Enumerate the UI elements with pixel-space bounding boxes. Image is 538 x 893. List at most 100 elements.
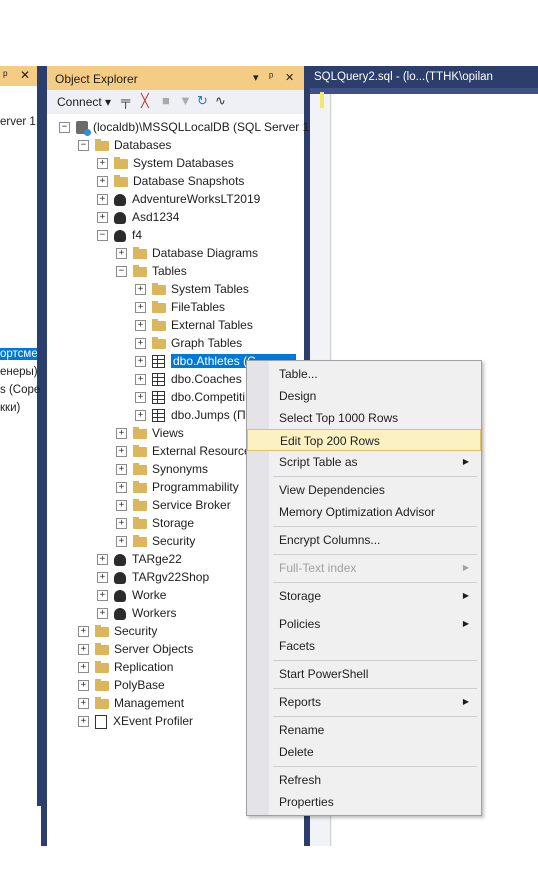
dropdown-arrow-icon[interactable]: ▾ (253, 71, 259, 84)
expand-icon[interactable]: + (97, 572, 108, 584)
pin-icon[interactable]: ᵖ (3, 68, 8, 82)
expand-icon[interactable]: + (116, 464, 127, 476)
tree-node-workers[interactable]: + Workers (97, 604, 176, 622)
menu-item-rename[interactable]: Rename (247, 719, 481, 741)
expand-icon[interactable]: + (97, 212, 108, 224)
stop-icon[interactable]: ■ (162, 93, 170, 108)
menu-item-start-powershell[interactable]: Start PowerShell (247, 663, 481, 685)
expand-icon[interactable]: + (116, 428, 127, 440)
menu-item-policies[interactable]: Policies ▶ (247, 613, 481, 635)
menu-item-script-table-as[interactable]: Script Table as ▶ (247, 451, 481, 473)
tree-node-databases[interactable]: − Databases (78, 136, 171, 154)
expand-icon[interactable]: + (135, 374, 146, 386)
tree-node-database-snapshots[interactable]: + Database Snapshots (97, 172, 244, 190)
menu-item-properties[interactable]: Properties (247, 791, 481, 813)
expand-icon[interactable]: + (97, 158, 108, 170)
expand-icon[interactable]: + (116, 536, 127, 548)
expand-icon[interactable]: + (135, 338, 146, 350)
tree-node-adventureworkslt2019[interactable]: + AdventureWorksLT2019 (97, 190, 260, 208)
expand-icon[interactable]: + (135, 302, 146, 314)
expand-icon[interactable]: + (135, 356, 146, 368)
collapse-icon[interactable]: − (97, 230, 108, 242)
expand-icon[interactable]: + (116, 482, 127, 494)
expand-icon[interactable]: + (135, 410, 146, 422)
expand-icon[interactable]: + (78, 662, 89, 674)
tree-node-synonyms[interactable]: + Synonyms (116, 460, 208, 478)
expand-icon[interactable]: + (135, 284, 146, 296)
expand-icon[interactable]: + (116, 500, 127, 512)
menu-item-refresh[interactable]: Refresh (247, 769, 481, 791)
tree-node-security[interactable]: + Security (116, 532, 195, 550)
tree-node-targe22[interactable]: + TARge22 (97, 550, 182, 568)
connect-button[interactable]: Connect ▾ (57, 95, 111, 109)
tree-node-dbo-jumps[interactable]: + dbo.Jumps (П (135, 406, 246, 424)
tree-node-f4[interactable]: − f4 (97, 226, 142, 244)
menu-item-facets[interactable]: Facets (247, 635, 481, 657)
menu-item-reports[interactable]: Reports ▶ (247, 691, 481, 713)
expand-icon[interactable]: + (97, 176, 108, 188)
expand-icon[interactable]: + (116, 248, 127, 260)
tree-node-external-tables[interactable]: + External Tables (135, 316, 253, 334)
menu-item-edit-top-200-rows[interactable]: Edit Top 200 Rows (247, 429, 481, 451)
tree-node-external-resource[interactable]: + External Resource (116, 442, 251, 460)
table-icon (152, 409, 165, 423)
filter-icon[interactable]: ▼ (179, 93, 192, 108)
disconnect-icon[interactable]: ╳ (141, 93, 149, 109)
tree-node-programmability[interactable]: + Programmability (116, 478, 239, 496)
expand-icon[interactable]: + (78, 716, 89, 728)
tree-node-server-objects[interactable]: + Server Objects (78, 640, 193, 658)
tree-node-targv22shop[interactable]: + TARgv22Shop (97, 568, 209, 586)
tree-node-system-databases[interactable]: + System Databases (97, 154, 234, 172)
expand-icon[interactable]: + (78, 680, 89, 692)
menu-item-encrypt-columns[interactable]: Encrypt Columns... (247, 529, 481, 551)
tab-sqlquery2[interactable]: SQLQuery2.sql - (lo...(TTHK\opilan (310, 66, 538, 88)
tree-node-service-broker[interactable]: + Service Broker (116, 496, 231, 514)
tree-node-asd1234[interactable]: + Asd1234 (97, 208, 179, 226)
expand-icon[interactable]: + (78, 626, 89, 638)
expand-icon[interactable]: + (78, 644, 89, 656)
collapse-icon[interactable]: − (78, 140, 89, 152)
tree-node-system-tables[interactable]: + System Tables (135, 280, 249, 298)
menu-item-storage[interactable]: Storage ▶ (247, 585, 481, 607)
close-icon[interactable]: ✕ (20, 68, 30, 82)
connect-plug-icon[interactable]: ╤ (121, 93, 130, 108)
expand-icon[interactable]: + (97, 554, 108, 566)
expand-icon[interactable]: + (97, 194, 108, 206)
tree-node-views[interactable]: + Views (116, 424, 184, 442)
menu-item-memory-optimization-advisor[interactable]: Memory Optimization Advisor (247, 501, 481, 523)
close-icon[interactable]: ✕ (285, 71, 294, 84)
menu-item-select-top-1000-rows[interactable]: Select Top 1000 Rows (247, 407, 481, 429)
expand-icon[interactable]: + (116, 446, 127, 458)
expand-icon[interactable]: + (135, 320, 146, 332)
expand-icon[interactable]: + (116, 518, 127, 530)
tree-node-localdb-mssqllocaldb-sql-server-1[interactable]: − (localdb)\MSSQLLocalDB (SQL Server 1 (59, 118, 309, 137)
menu-item-view-dependencies[interactable]: View Dependencies (247, 479, 481, 501)
tree-node-database-diagrams[interactable]: + Database Diagrams (116, 244, 258, 262)
tree-node-dbo-competiti[interactable]: + dbo.Competiti (135, 388, 245, 406)
tree-node-graph-tables[interactable]: + Graph Tables (135, 334, 242, 352)
tree-node-storage[interactable]: + Storage (116, 514, 194, 532)
collapse-icon[interactable]: − (116, 266, 127, 278)
tree-node-management[interactable]: + Management (78, 694, 184, 712)
expand-icon[interactable]: + (135, 392, 146, 404)
tree-node-xevent-profiler[interactable]: + XEvent Profiler (78, 712, 193, 730)
tree-node-filetables[interactable]: + FileTables (135, 298, 225, 316)
expand-icon[interactable]: + (97, 608, 108, 620)
folder-icon (133, 426, 147, 439)
tree-node-security[interactable]: + Security (78, 622, 157, 640)
tree-node-dbo-coaches[interactable]: + dbo.Coaches (135, 370, 242, 388)
expand-icon[interactable]: + (78, 698, 89, 710)
activity-monitor-icon[interactable]: ∿ (215, 93, 226, 109)
menu-item-table[interactable]: Table... (247, 363, 481, 385)
left-panel-selected-text[interactable]: ортсме (0, 348, 37, 360)
tree-node-tables[interactable]: − Tables (116, 262, 187, 280)
expand-icon[interactable]: + (97, 590, 108, 602)
menu-item-delete[interactable]: Delete (247, 741, 481, 763)
tree-node-polybase[interactable]: + PolyBase (78, 676, 165, 694)
menu-item-design[interactable]: Design (247, 385, 481, 407)
tree-node-worke[interactable]: + Worke (97, 586, 166, 604)
pin-icon[interactable]: ᵖ (269, 71, 273, 83)
tree-node-replication[interactable]: + Replication (78, 658, 173, 676)
collapse-icon[interactable]: − (59, 122, 70, 134)
refresh-icon[interactable]: ↻ (197, 93, 208, 109)
